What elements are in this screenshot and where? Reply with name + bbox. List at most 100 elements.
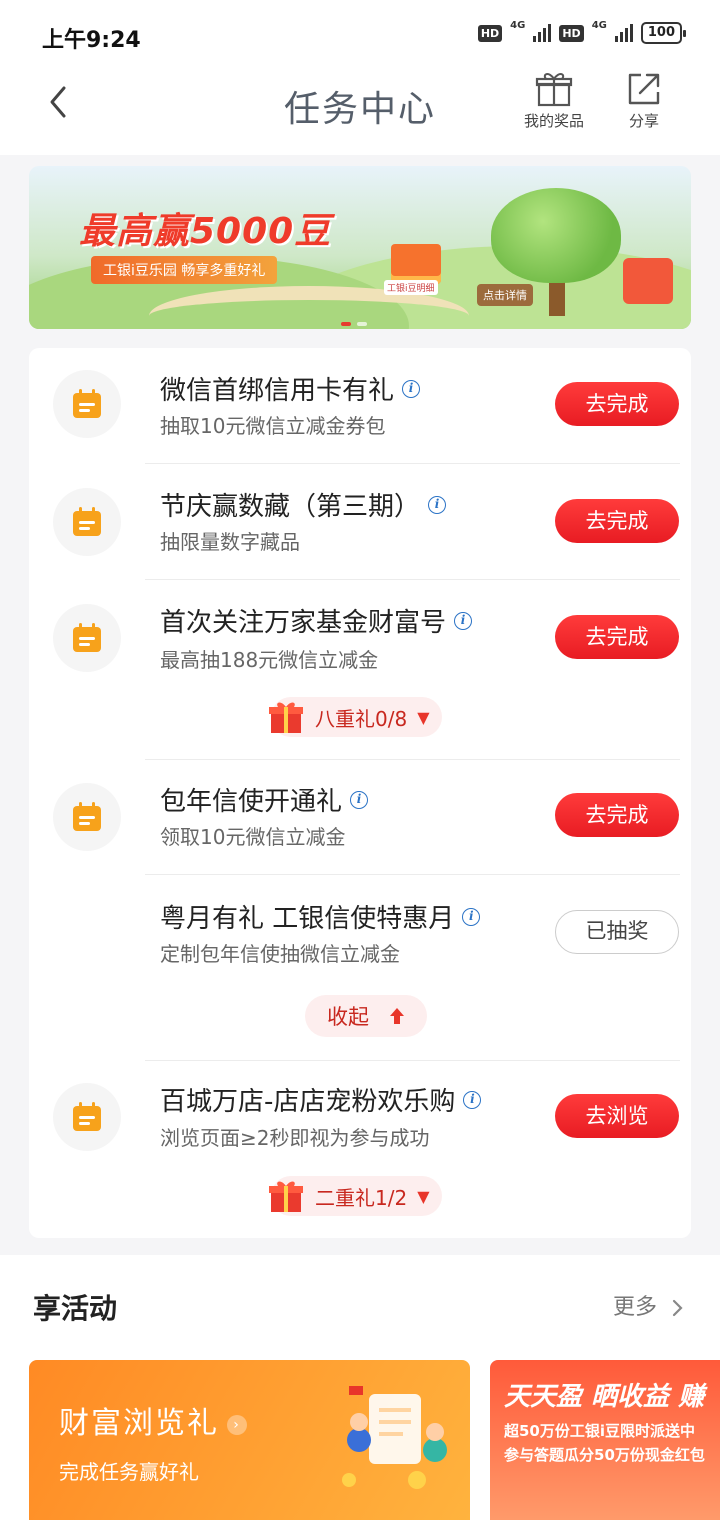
gift-progress-label: 八重礼0/8 <box>315 706 408 731</box>
signal-icon <box>614 24 633 42</box>
gift-icon <box>535 73 573 107</box>
signal-icon <box>533 24 552 42</box>
collapse-label: 收起 <box>327 1005 369 1029</box>
my-prizes-label: 我的奖品 <box>523 112 584 130</box>
my-prizes-button[interactable]: 我的奖品 <box>518 70 590 131</box>
banner-pagination <box>341 322 367 326</box>
calendar-icon <box>73 623 101 652</box>
promo-banner[interactable]: 最高赢5000豆 工银i豆乐园 畅享多重好礼 工银i豆明细 点击详情 <box>29 166 691 329</box>
arrow-down-icon: ▼ <box>417 707 430 727</box>
task-desc: 定制包年信使抽微信立减金 <box>160 942 400 966</box>
task-title-text: 节庆赢数藏（第三期） <box>160 492 421 522</box>
task-action-button[interactable]: 去完成 <box>555 793 679 837</box>
gift-box-icon <box>269 1181 303 1212</box>
page-title: 任务中心 <box>283 89 436 130</box>
banner-detail-sign[interactable]: 点击详情 <box>477 284 533 306</box>
info-icon[interactable]: i <box>428 495 447 514</box>
task-title: 百城万店-店店宠粉欢乐购 i <box>160 1081 482 1118</box>
divider <box>145 759 680 760</box>
task-icon-container <box>53 783 121 851</box>
calendar-icon <box>73 1102 101 1131</box>
activities-section-header: 享活动 更多 <box>0 1255 720 1350</box>
task-title: 节庆赢数藏（第三期） i <box>160 486 447 523</box>
task-icon-container <box>53 488 121 556</box>
banner-tree-image <box>491 188 621 283</box>
activity-card-title: 天天盈 晒收益 赚 <box>504 1382 705 1412</box>
task-status-button[interactable]: 已抽奖 <box>555 910 679 954</box>
banner-box-label: 工银i豆明细 <box>384 280 438 295</box>
activity-card[interactable]: 财富浏览礼 › 完成任务赢好礼 <box>29 1360 470 1520</box>
task-desc: 领取10元微信立减金 <box>160 825 346 849</box>
divider <box>145 874 680 875</box>
task-icon-container <box>53 604 121 672</box>
battery-icon: 100 <box>640 22 687 44</box>
gift-progress-toggle[interactable]: 二重礼1/2 ▼ <box>269 1176 442 1216</box>
task-action-button[interactable]: 去完成 <box>555 615 679 659</box>
activity-carousel: 财富浏览礼 › 完成任务赢好礼 天天盈 晒收益 赚 超50万份工银i豆限时派送中 … <box>0 1350 720 1520</box>
divider <box>145 1060 680 1061</box>
activity-card-subtitle: 完成任务赢好礼 <box>59 1460 199 1484</box>
task-desc: 最高抽188元微信立减金 <box>160 648 379 672</box>
nav-header: 任务中心 我的奖品 分享 <box>0 70 720 155</box>
info-icon[interactable]: i <box>462 907 481 926</box>
task-title-text: 粤月有礼 工银信使特惠月 <box>160 904 455 934</box>
more-link[interactable]: 更多 <box>613 1289 684 1321</box>
share-button[interactable]: 分享 <box>618 70 670 131</box>
banner-giftbox-image <box>391 244 441 284</box>
info-icon[interactable]: i <box>454 611 473 630</box>
task-icon-container <box>53 1083 121 1151</box>
info-icon[interactable]: i <box>402 379 421 398</box>
chevron-right-icon <box>672 1299 683 1317</box>
divider <box>145 579 680 580</box>
gift-box-icon <box>269 702 303 733</box>
divider <box>145 463 680 464</box>
status-bar: 上午9:24 HD 4G HD 4G 100 <box>0 0 720 70</box>
info-icon[interactable]: i <box>463 1090 482 1109</box>
arrow-down-icon: ▼ <box>417 1186 430 1206</box>
hd-icon: HD <box>477 24 503 42</box>
hd-icon: HD <box>559 24 584 42</box>
arrow-up-icon <box>390 1008 404 1024</box>
activity-card-line: 超50万份工银i豆限时派送中 <box>504 1422 696 1440</box>
banner-headline: 最高赢5000豆 <box>79 211 332 252</box>
network-type: 4G <box>510 19 526 31</box>
activity-card-title: 财富浏览礼 › <box>59 1398 247 1442</box>
activity-title-text: 财富浏览礼 <box>59 1406 219 1441</box>
task-action-button[interactable]: 去完成 <box>555 382 679 426</box>
calendar-icon <box>73 389 101 418</box>
more-label: 更多 <box>612 1295 657 1320</box>
calendar-icon <box>73 507 101 536</box>
task-action-button[interactable]: 去浏览 <box>555 1094 679 1138</box>
task-desc: 抽限量数字藏品 <box>160 530 300 554</box>
chevron-right-icon: › <box>227 1414 247 1435</box>
share-label: 分享 <box>628 112 659 130</box>
calendar-icon <box>73 802 101 831</box>
task-title-text: 微信首绑信用卡有礼 <box>160 376 395 406</box>
task-title: 粤月有礼 工银信使特惠月 i <box>160 898 481 935</box>
banner-subtitle: 工银i豆乐园 畅享多重好礼 <box>91 256 278 284</box>
collapse-button[interactable]: 收起 <box>305 995 427 1037</box>
activity-card[interactable]: 天天盈 晒收益 赚 超50万份工银i豆限时派送中 参与答题瓜分50万份现金红包 <box>490 1360 720 1520</box>
task-title: 首次关注万家基金财富号 i <box>160 602 473 639</box>
banner-stand-image <box>623 258 673 304</box>
task-list: 微信首绑信用卡有礼 i 抽取10元微信立减金券包 去完成 节庆赢数藏（第三期） i … <box>29 348 691 1238</box>
task-icon-container <box>53 370 121 438</box>
task-action-button[interactable]: 去完成 <box>555 499 679 543</box>
task-title: 微信首绑信用卡有礼 i <box>160 370 421 407</box>
section-title: 享活动 <box>33 1292 118 1325</box>
activity-illustration <box>342 1386 447 1489</box>
task-title-text: 百城万店-店店宠粉欢乐购 <box>160 1087 456 1117</box>
share-icon <box>628 73 660 105</box>
status-icons: HD 4G HD 4G 100 <box>477 19 687 44</box>
status-time: 上午9:24 <box>42 28 141 53</box>
task-desc: 浏览页面≥2秒即视为参与成功 <box>160 1126 430 1150</box>
task-title: 包年信使开通礼 i <box>160 781 369 818</box>
task-title-text: 包年信使开通礼 <box>160 787 343 817</box>
info-icon[interactable]: i <box>350 790 369 809</box>
task-desc: 抽取10元微信立减金券包 <box>160 414 386 438</box>
activity-card-line: 参与答题瓜分50万份现金红包 <box>504 1446 705 1464</box>
gift-progress-label: 二重礼1/2 <box>315 1185 408 1210</box>
network-type: 4G <box>591 19 607 31</box>
gift-progress-toggle[interactable]: 八重礼0/8 ▼ <box>269 697 442 737</box>
task-title-text: 首次关注万家基金财富号 <box>160 608 447 638</box>
